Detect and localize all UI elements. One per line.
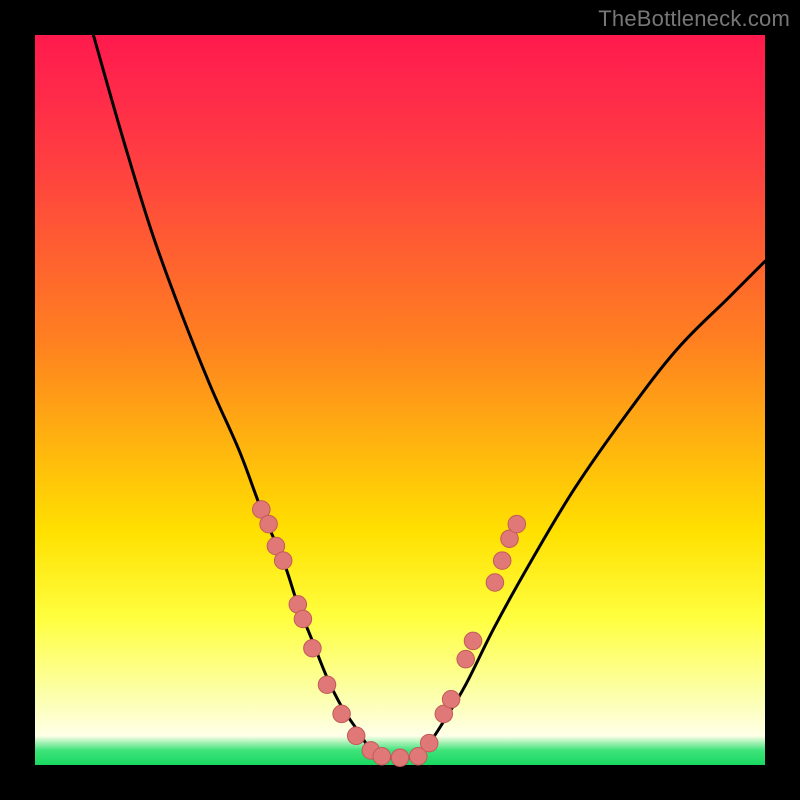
watermark-text: TheBottleneck.com: [598, 6, 790, 32]
chart-frame: TheBottleneck.com: [0, 0, 800, 800]
marker-point: [486, 574, 504, 592]
marker-point: [304, 639, 322, 657]
plot-area: [35, 35, 765, 765]
marker-point: [391, 749, 409, 767]
series-right-curve: [415, 261, 765, 757]
marker-layer: [253, 501, 526, 767]
marker-point: [274, 552, 292, 570]
marker-point: [442, 691, 460, 709]
marker-point: [457, 650, 475, 668]
marker-point: [493, 552, 511, 570]
marker-point: [347, 727, 365, 745]
marker-point: [294, 610, 312, 628]
marker-point: [260, 515, 278, 533]
series-layer: [93, 35, 765, 758]
marker-point: [464, 632, 482, 650]
chart-svg: [35, 35, 765, 765]
marker-point: [420, 734, 438, 752]
marker-point: [318, 676, 336, 694]
marker-point: [333, 705, 351, 723]
series-left-curve: [93, 35, 378, 758]
marker-point: [508, 515, 526, 533]
marker-point: [373, 747, 391, 765]
